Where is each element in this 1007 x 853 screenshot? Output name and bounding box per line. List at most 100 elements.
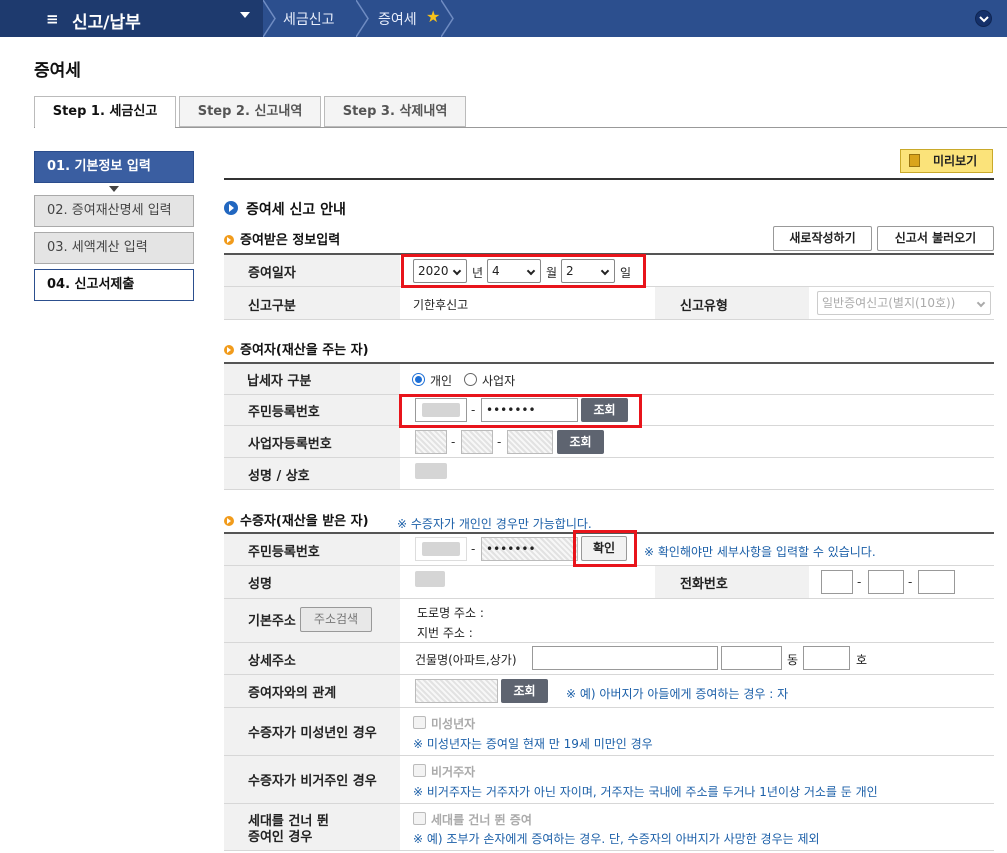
relation-note: ※ 예) 아버지가 아들에게 증여하는 경우 : 자 bbox=[566, 687, 789, 701]
highlight-box bbox=[573, 530, 637, 567]
generation-note: ※ 예) 조부가 손자에게 증여하는 경우. 단, 수증자의 아버지가 사망한 … bbox=[413, 832, 820, 846]
row-divider bbox=[224, 598, 994, 599]
load-report-button[interactable]: 신고서 불러오기 bbox=[877, 226, 994, 251]
minor-checkbox[interactable] bbox=[413, 716, 426, 729]
star-icon[interactable]: ★ bbox=[426, 7, 440, 26]
breadcrumb-separator-icon bbox=[263, 0, 276, 37]
dong-unit: 동 bbox=[787, 653, 799, 667]
highlight-box bbox=[399, 394, 642, 428]
arrow-down-icon bbox=[109, 186, 119, 192]
tab-step2[interactable]: Step 2. 신고내역 bbox=[179, 96, 321, 127]
donee-rrn-front-input[interactable] bbox=[415, 537, 467, 561]
donee-rrn-back-input[interactable]: ••••••• bbox=[481, 537, 578, 561]
phone-part2-input[interactable] bbox=[868, 570, 904, 594]
bullet-icon bbox=[224, 516, 234, 526]
guide-title: 증여세 신고 안내 bbox=[246, 202, 346, 218]
relation-lookup-button[interactable]: 조회 bbox=[501, 679, 548, 703]
step-tax-calculation[interactable]: 03. 세액계산 입력 bbox=[34, 232, 194, 264]
breadcrumb-tax-report[interactable]: 세금신고 bbox=[283, 9, 335, 29]
label-column bbox=[655, 287, 809, 319]
step-basic-info[interactable]: 01. 기본정보 입력 bbox=[34, 151, 194, 183]
hamburger-icon: ≡ bbox=[46, 10, 59, 28]
section-received-info: 증여받은 정보입력 bbox=[224, 229, 340, 248]
address-label: 기본주소 bbox=[248, 614, 296, 629]
masked-value bbox=[422, 542, 460, 556]
building-name-input[interactable] bbox=[532, 646, 718, 670]
breadcrumb-separator-icon bbox=[356, 0, 369, 37]
relation-input bbox=[415, 679, 498, 703]
report-type-value: 기한후신고 bbox=[413, 298, 469, 312]
row-divider bbox=[224, 489, 994, 490]
menu-button[interactable]: ≡ 신고/납부 bbox=[0, 0, 263, 37]
donee-individual-note: ※ 수증자가 개인인 경우만 가능합니다. bbox=[397, 517, 592, 531]
dash-separator: - bbox=[497, 435, 502, 449]
generation-label-2: 증여인 경우 bbox=[248, 830, 313, 845]
row-divider bbox=[224, 707, 994, 708]
brn-lookup-button[interactable]: 조회 bbox=[557, 430, 604, 454]
tab-divider bbox=[34, 127, 1007, 128]
road-address-label: 도로명 주소 : bbox=[417, 606, 484, 620]
bullet-icon bbox=[224, 345, 234, 355]
chevron-down-icon bbox=[976, 298, 986, 308]
arrow-circle-icon bbox=[224, 201, 238, 215]
dong-input[interactable] bbox=[721, 646, 782, 670]
phone-part3-input[interactable] bbox=[918, 570, 955, 594]
highlight-box bbox=[401, 254, 646, 288]
document-icon bbox=[909, 154, 920, 167]
breadcrumb-gift-tax[interactable]: 증여세 bbox=[378, 9, 417, 29]
dash-separator: - bbox=[451, 435, 456, 449]
dash-separator: - bbox=[857, 575, 862, 589]
generation-checkbox[interactable] bbox=[413, 812, 426, 825]
brn-part3-input bbox=[507, 430, 553, 454]
minor-label: 수증자가 미성년인 경우 bbox=[248, 726, 377, 741]
label-column bbox=[655, 566, 809, 598]
phone-label: 전화번호 bbox=[680, 577, 728, 592]
ho-input[interactable] bbox=[803, 646, 850, 670]
row-divider bbox=[224, 803, 994, 804]
report-type-label: 신고구분 bbox=[248, 299, 296, 314]
nonresident-note: ※ 비거주자는 거주자가 아닌 자이며, 거주자는 국내에 주소를 두거나 1년… bbox=[413, 785, 878, 799]
section-donee-title: 수증자(재산을 받은 자) bbox=[240, 514, 369, 529]
radio-business[interactable] bbox=[464, 373, 477, 386]
step-submit[interactable]: 04. 신고서제출 bbox=[34, 269, 194, 301]
page-title: 증여세 bbox=[34, 61, 81, 81]
donee-name-masked bbox=[415, 571, 445, 587]
nonresident-checkbox-label: 비거주자 bbox=[431, 765, 476, 779]
tab-step1[interactable]: Step 1. 세금신고 bbox=[34, 96, 176, 128]
row-divider bbox=[224, 642, 994, 643]
menu-title: 신고/납부 bbox=[72, 13, 141, 33]
minor-note: ※ 미성년자는 증여일 현재 만 19세 미만인 경우 bbox=[413, 737, 653, 751]
content-divider bbox=[224, 178, 994, 180]
section-received-title: 증여받은 정보입력 bbox=[240, 233, 341, 248]
caret-down-icon bbox=[240, 12, 250, 18]
tab-step3[interactable]: Step 3. 삭제내역 bbox=[324, 96, 466, 127]
brn-label: 사업자등록번호 bbox=[248, 437, 332, 452]
nonresident-checkbox[interactable] bbox=[413, 764, 426, 777]
nonresident-label: 수증자가 비거주인 경우 bbox=[248, 774, 377, 789]
new-report-button[interactable]: 새로작성하기 bbox=[773, 226, 872, 251]
radio-individual[interactable] bbox=[412, 373, 425, 386]
row-divider bbox=[224, 674, 994, 675]
generation-checkbox-label: 세대를 건너 뛴 증여 bbox=[431, 813, 532, 827]
dash-separator: - bbox=[908, 575, 913, 589]
row-divider bbox=[224, 850, 994, 851]
chevron-down-icon[interactable] bbox=[975, 10, 992, 27]
minor-checkbox-label: 미성년자 bbox=[431, 717, 476, 731]
relation-label: 증여자와의 관계 bbox=[248, 686, 337, 701]
donor-rrn-label: 주민등록번호 bbox=[248, 405, 320, 420]
detail-address-label: 상세주소 bbox=[248, 654, 296, 669]
radio-individual-label: 개인 bbox=[430, 374, 453, 388]
phone-part1-input[interactable] bbox=[821, 570, 853, 594]
top-nav-bar: ≡ 신고/납부 세금신고 증여세 ★ bbox=[0, 0, 1007, 37]
step-gift-property[interactable]: 02. 증여재산명세 입력 bbox=[34, 195, 194, 227]
address-search-button[interactable]: 주소검색 bbox=[300, 607, 372, 632]
taxpayer-type-label: 납세자 구분 bbox=[247, 374, 312, 389]
report-kind-label: 신고유형 bbox=[680, 299, 728, 314]
donor-name-label: 성명 / 상호 bbox=[248, 469, 310, 484]
building-name-label: 건물명(아파트,상가) bbox=[415, 653, 517, 667]
report-kind-value: 일반증여신고(별지(10호)) bbox=[822, 296, 956, 310]
brn-part2-input bbox=[461, 430, 493, 454]
section-donor: 증여자(재산을 주는 자) bbox=[224, 339, 369, 358]
brn-part1-input bbox=[415, 430, 447, 454]
donee-name-label: 성명 bbox=[248, 577, 272, 592]
